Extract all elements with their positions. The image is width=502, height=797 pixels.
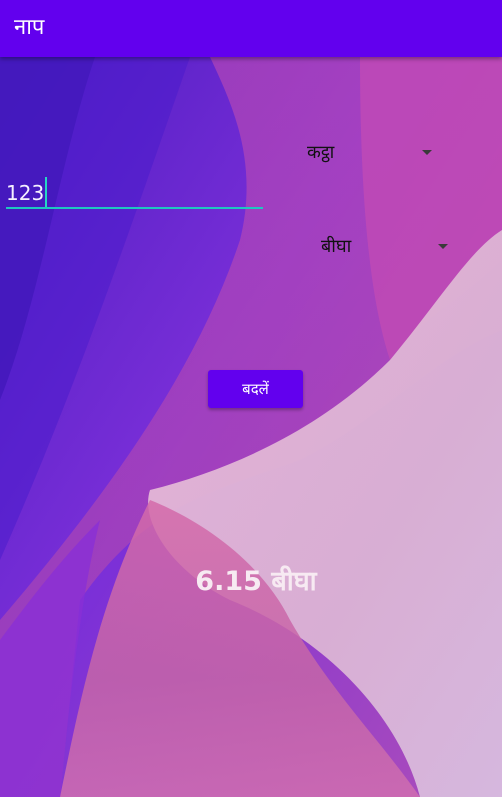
app-title: नाप [14, 15, 45, 40]
from-unit-label: कट्ठा [307, 142, 335, 163]
app-bar: नाप [0, 0, 502, 57]
dropdown-arrow-icon [422, 150, 432, 155]
to-unit-dropdown[interactable]: बीघा [321, 231, 448, 263]
text-cursor [45, 177, 48, 207]
input-value-text: 123 [6, 177, 48, 207]
dropdown-arrow-icon [438, 244, 448, 249]
result-text: 6.15 बीघा [195, 566, 317, 597]
from-unit-dropdown[interactable]: कट्ठा [307, 137, 432, 169]
to-unit-label: बीघा [321, 236, 352, 257]
convert-button[interactable]: बदलें [208, 370, 303, 408]
value-input-field[interactable]: 123 [6, 172, 263, 210]
input-value: 123 [6, 181, 45, 205]
input-underline [6, 207, 263, 209]
app-screen: नाप कट्ठा 123 बीघा बदलें 6.15 बीघा [0, 0, 502, 797]
